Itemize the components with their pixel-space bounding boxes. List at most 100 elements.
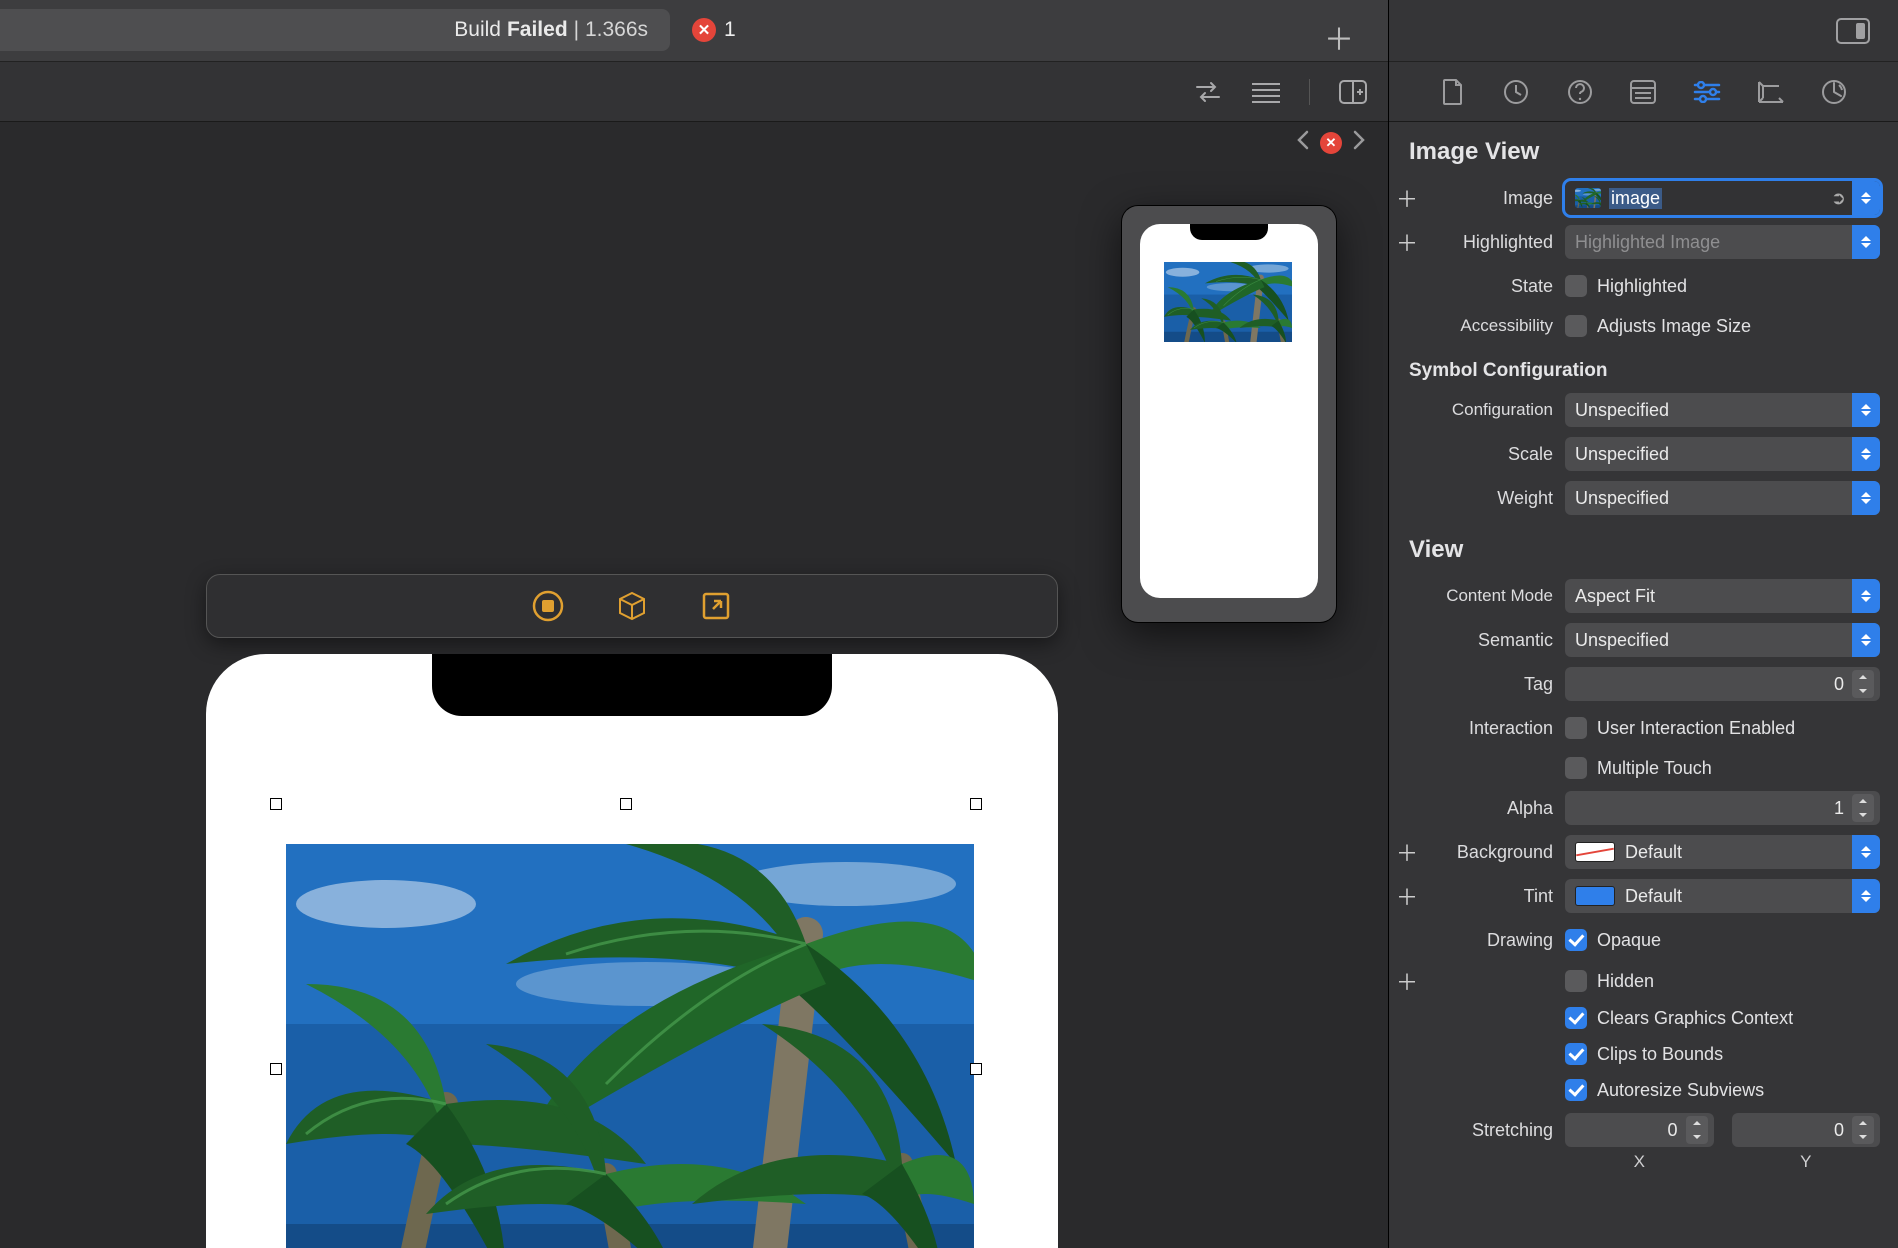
adjusts-image-size-checkbox[interactable] xyxy=(1565,315,1587,337)
phone-notch xyxy=(432,654,832,716)
right-top-bar xyxy=(1389,0,1898,62)
background-select[interactable]: Default xyxy=(1565,835,1880,869)
user-interaction-checkbox[interactable] xyxy=(1565,717,1587,739)
file-inspector-tab[interactable] xyxy=(1438,77,1468,107)
export-button[interactable] xyxy=(698,588,734,624)
dropdown-caret-icon[interactable] xyxy=(1852,225,1880,259)
size-inspector-tab[interactable] xyxy=(1756,77,1786,107)
highlighted-combobox[interactable]: Highlighted Image xyxy=(1565,225,1880,259)
build-status-pill[interactable]: Build Failed | 1.366s xyxy=(0,9,670,51)
dropdown-caret-icon[interactable] xyxy=(1852,623,1880,657)
attributes-inspector-tab[interactable] xyxy=(1692,77,1722,107)
canvas[interactable] xyxy=(0,164,1388,1248)
configuration-select[interactable]: Unspecified xyxy=(1565,393,1880,427)
toggle-right-panel-icon[interactable] xyxy=(1836,18,1870,44)
stretching-y-axis-label: Y xyxy=(1732,1152,1881,1172)
clips-to-bounds-checkbox[interactable] xyxy=(1565,1043,1587,1065)
editor-toolbar xyxy=(0,62,1388,122)
add-property-button[interactable]: ＋ xyxy=(1389,965,1425,997)
nav-forward-icon[interactable] xyxy=(1352,130,1366,156)
stretching-y-field[interactable]: 0 xyxy=(1732,1113,1881,1147)
resize-handle[interactable] xyxy=(970,1063,982,1075)
semantic-select[interactable]: Unspecified xyxy=(1565,623,1880,657)
dropdown-caret-icon[interactable] xyxy=(1852,835,1880,869)
color-swatch-none-icon xyxy=(1575,842,1615,862)
image-combobox[interactable]: image ➲ xyxy=(1565,181,1880,215)
error-count-badge[interactable]: ✕ 1 xyxy=(692,18,736,42)
history-inspector-tab[interactable] xyxy=(1501,77,1531,107)
clips-to-bounds-text: Clips to Bounds xyxy=(1597,1044,1723,1065)
highlighted-label: Highlighted xyxy=(1425,232,1565,253)
stretching-x-stepper[interactable] xyxy=(1686,1116,1708,1144)
add-editor-icon[interactable] xyxy=(1338,77,1368,107)
content-mode-select[interactable]: Aspect Fit xyxy=(1565,579,1880,613)
resize-handle[interactable] xyxy=(970,798,982,810)
dropdown-caret-icon[interactable] xyxy=(1852,879,1880,913)
state-highlighted-text: Highlighted xyxy=(1597,276,1687,297)
state-highlighted-checkbox[interactable] xyxy=(1565,275,1587,297)
configuration-label: Configuration xyxy=(1425,400,1565,420)
stretching-y-stepper[interactable] xyxy=(1852,1116,1874,1144)
weight-select[interactable]: Unspecified xyxy=(1565,481,1880,515)
cube-3d-button[interactable] xyxy=(614,588,650,624)
add-property-button[interactable]: ＋ xyxy=(1389,836,1425,868)
resize-handle[interactable] xyxy=(620,798,632,810)
opaque-text: Opaque xyxy=(1597,930,1661,951)
image-label: Image xyxy=(1425,188,1565,209)
dropdown-caret-icon[interactable] xyxy=(1852,481,1880,515)
drawing-label: Drawing xyxy=(1425,930,1565,951)
dropdown-caret-icon[interactable] xyxy=(1852,393,1880,427)
floating-toolbar xyxy=(206,574,1058,638)
scale-select[interactable]: Unspecified xyxy=(1565,437,1880,471)
adjusts-image-size-text: Adjusts Image Size xyxy=(1597,316,1751,337)
dropdown-caret-icon[interactable] xyxy=(1852,181,1880,215)
resize-handle[interactable] xyxy=(270,798,282,810)
dropdown-caret-icon[interactable] xyxy=(1852,579,1880,613)
resize-handle[interactable] xyxy=(270,1063,282,1075)
dropdown-caret-icon[interactable] xyxy=(1852,437,1880,471)
alpha-stepper[interactable] xyxy=(1852,794,1874,822)
build-prefix: Build xyxy=(454,18,501,42)
opaque-checkbox[interactable] xyxy=(1565,929,1587,951)
clears-graphics-checkbox[interactable] xyxy=(1565,1007,1587,1029)
weight-label: Weight xyxy=(1425,488,1565,509)
nav-arrow-bar: ✕ xyxy=(0,122,1388,164)
background-label: Background xyxy=(1425,842,1565,863)
selection-rect[interactable] xyxy=(276,804,976,1248)
build-status: Failed xyxy=(507,18,568,42)
add-property-button[interactable]: ＋ xyxy=(1389,880,1425,912)
nav-error-icon[interactable]: ✕ xyxy=(1320,132,1342,154)
help-inspector-tab[interactable] xyxy=(1565,77,1595,107)
user-interaction-text: User Interaction Enabled xyxy=(1597,718,1795,739)
autoresize-text: Autoresize Subviews xyxy=(1597,1080,1764,1101)
nav-back-icon[interactable] xyxy=(1296,130,1310,156)
minimap-notch xyxy=(1190,224,1268,240)
add-property-button[interactable]: ＋ xyxy=(1389,226,1425,258)
tag-field[interactable]: 0 xyxy=(1565,667,1880,701)
hidden-text: Hidden xyxy=(1597,971,1654,992)
inspector-tabstrip xyxy=(1389,62,1898,122)
connections-inspector-tab[interactable] xyxy=(1819,77,1849,107)
error-icon: ✕ xyxy=(692,18,716,42)
alpha-label: Alpha xyxy=(1425,798,1565,819)
hidden-checkbox[interactable] xyxy=(1565,970,1587,992)
alpha-field[interactable]: 1 xyxy=(1565,791,1880,825)
autoresize-checkbox[interactable] xyxy=(1565,1079,1587,1101)
minimap[interactable] xyxy=(1122,206,1336,622)
minimap-screen xyxy=(1140,224,1318,598)
error-count: 1 xyxy=(724,18,736,42)
lines-icon[interactable] xyxy=(1251,77,1281,107)
stretching-x-field[interactable]: 0 xyxy=(1565,1113,1714,1147)
scale-label: Scale xyxy=(1425,444,1565,465)
interaction-label: Interaction xyxy=(1425,718,1565,739)
multiple-touch-text: Multiple Touch xyxy=(1597,758,1712,779)
tag-stepper[interactable] xyxy=(1852,670,1874,698)
tint-select[interactable]: Default xyxy=(1565,879,1880,913)
add-tab-button[interactable]: ＋ xyxy=(1324,15,1354,59)
swap-icon[interactable] xyxy=(1193,77,1223,107)
stop-preview-button[interactable] xyxy=(530,588,566,624)
add-property-button[interactable]: ＋ xyxy=(1389,182,1425,214)
identity-inspector-tab[interactable] xyxy=(1628,77,1658,107)
titlebar: Build Failed | 1.366s ✕ 1 ＋ xyxy=(0,0,1388,62)
multiple-touch-checkbox[interactable] xyxy=(1565,757,1587,779)
